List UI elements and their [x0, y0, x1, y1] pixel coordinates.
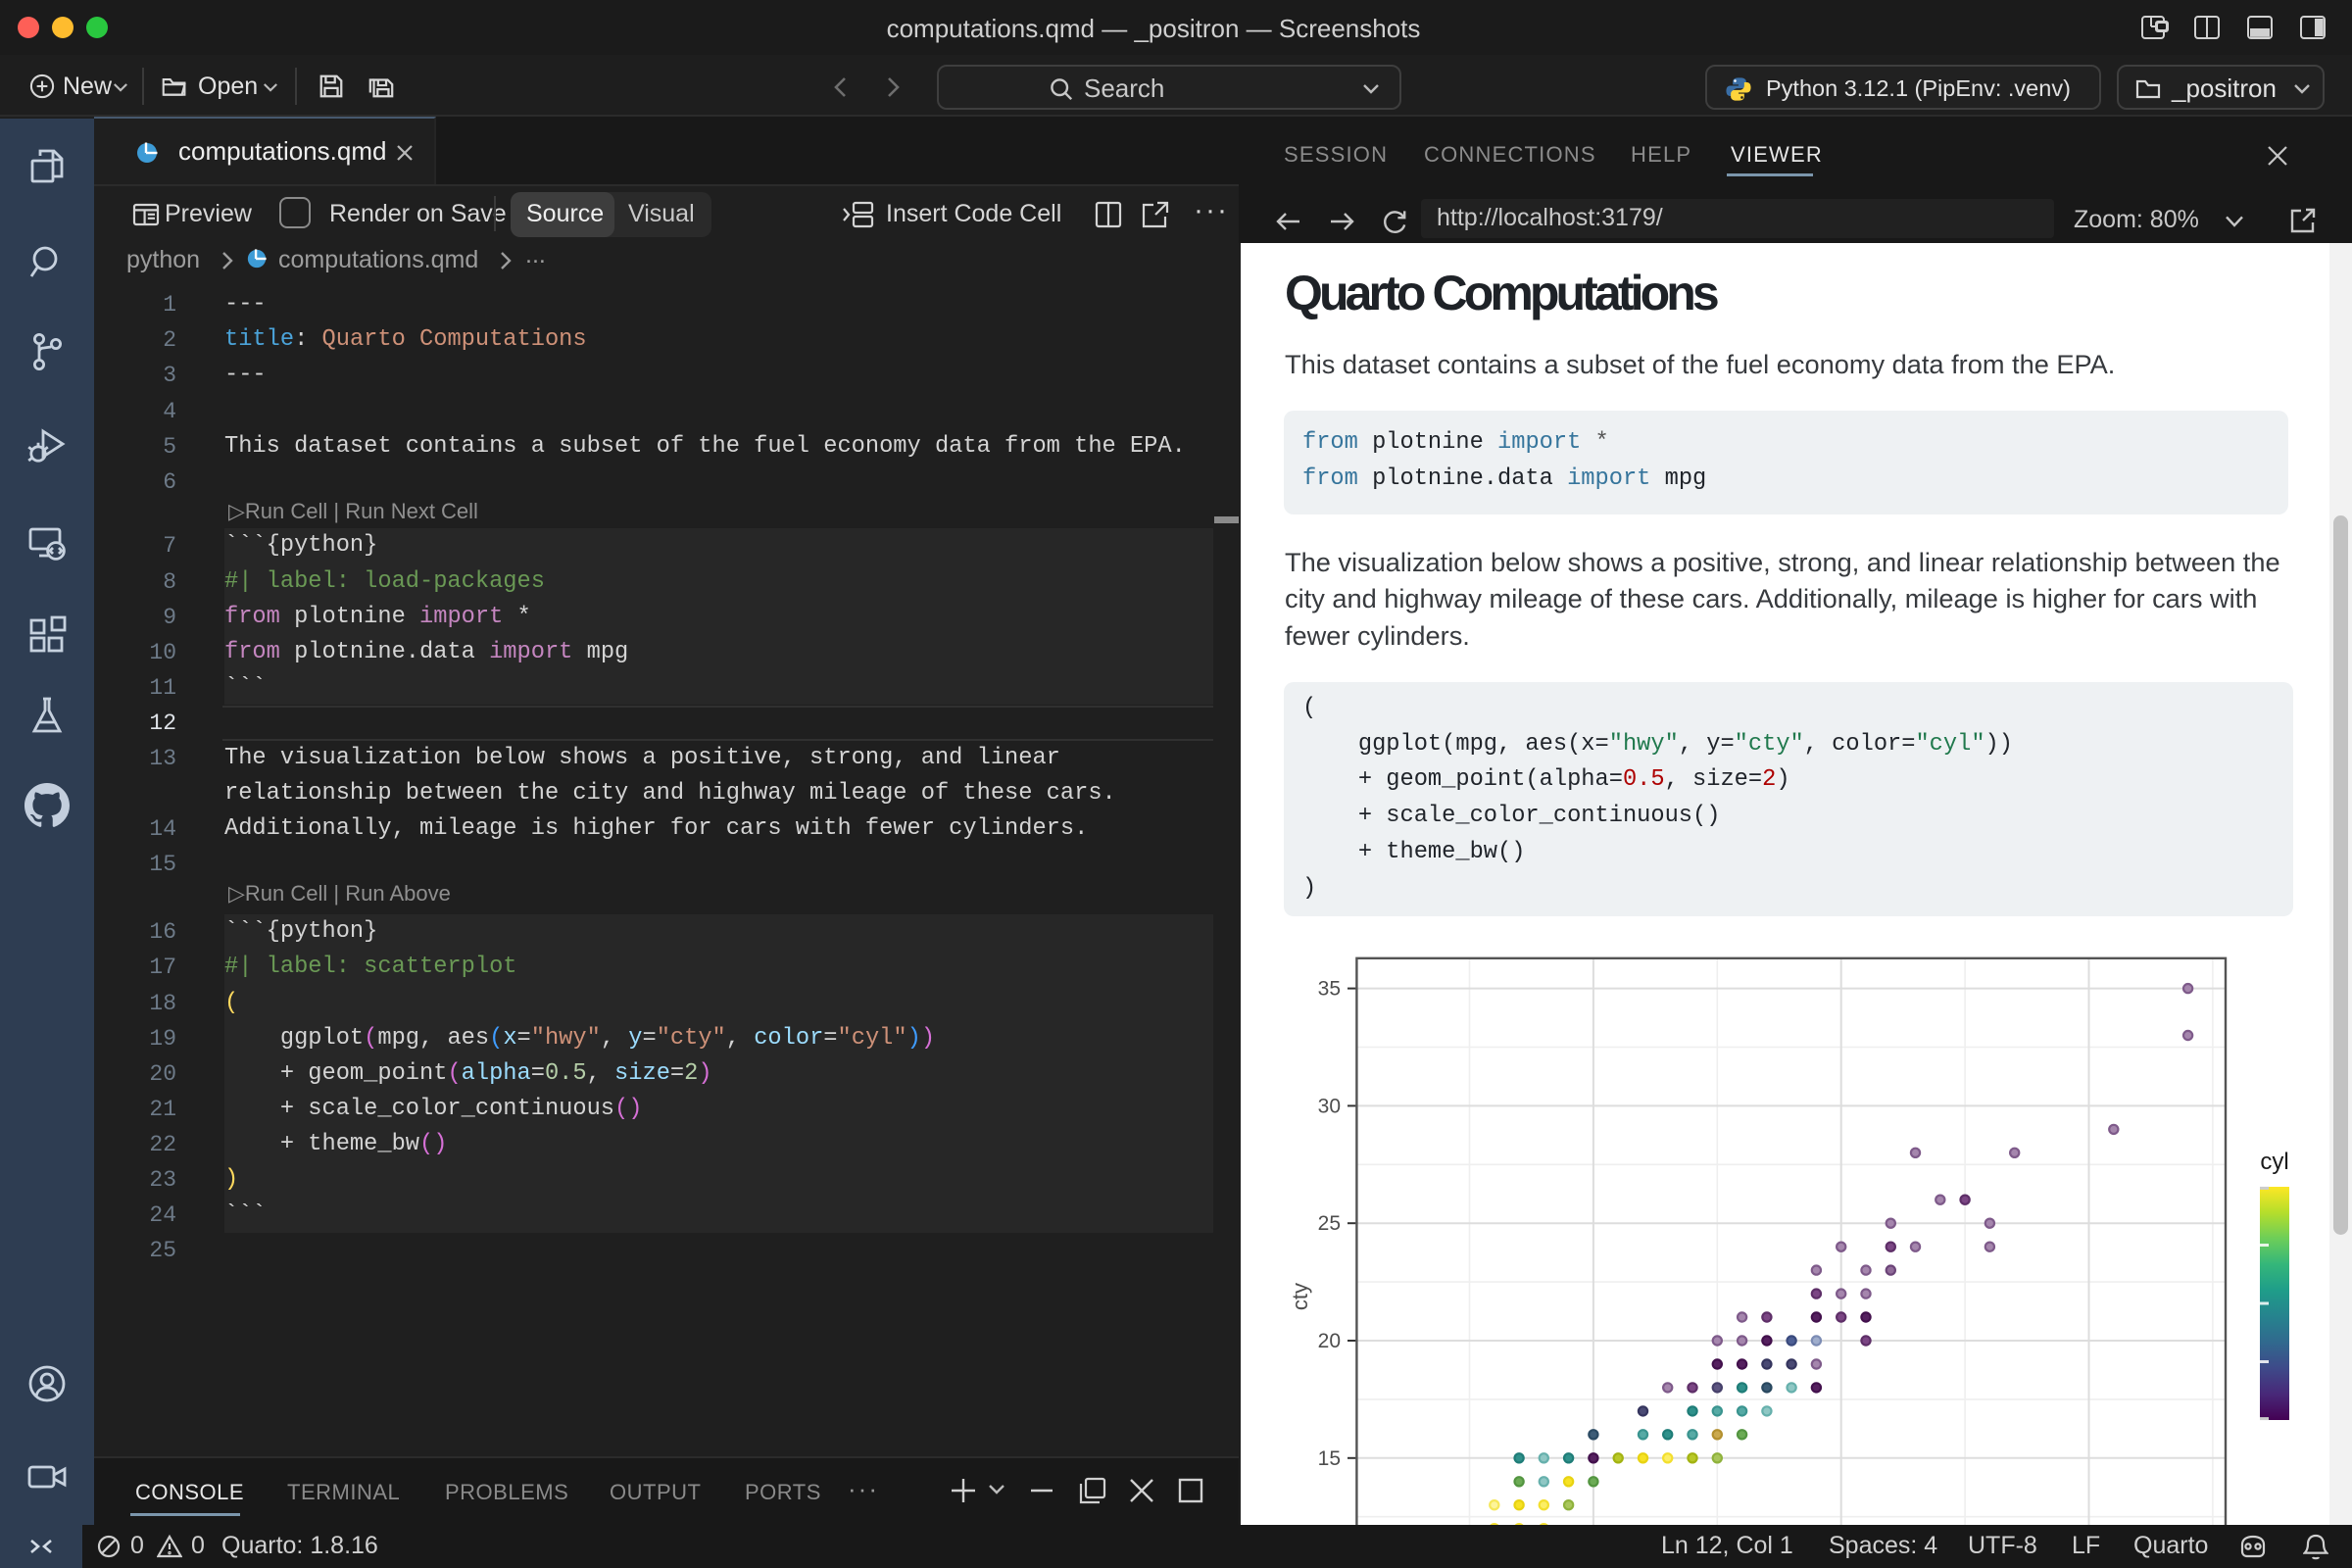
svg-text:35: 35: [1318, 978, 1341, 1001]
svg-text:30: 30: [1318, 1095, 1341, 1117]
svg-text:20: 20: [1318, 1330, 1341, 1352]
svg-text:cyl: cyl: [2260, 1149, 2288, 1175]
svg-text:15: 15: [1318, 1447, 1341, 1470]
svg-text:cty: cty: [1288, 1283, 1312, 1310]
svg-text:25: 25: [1318, 1212, 1341, 1235]
